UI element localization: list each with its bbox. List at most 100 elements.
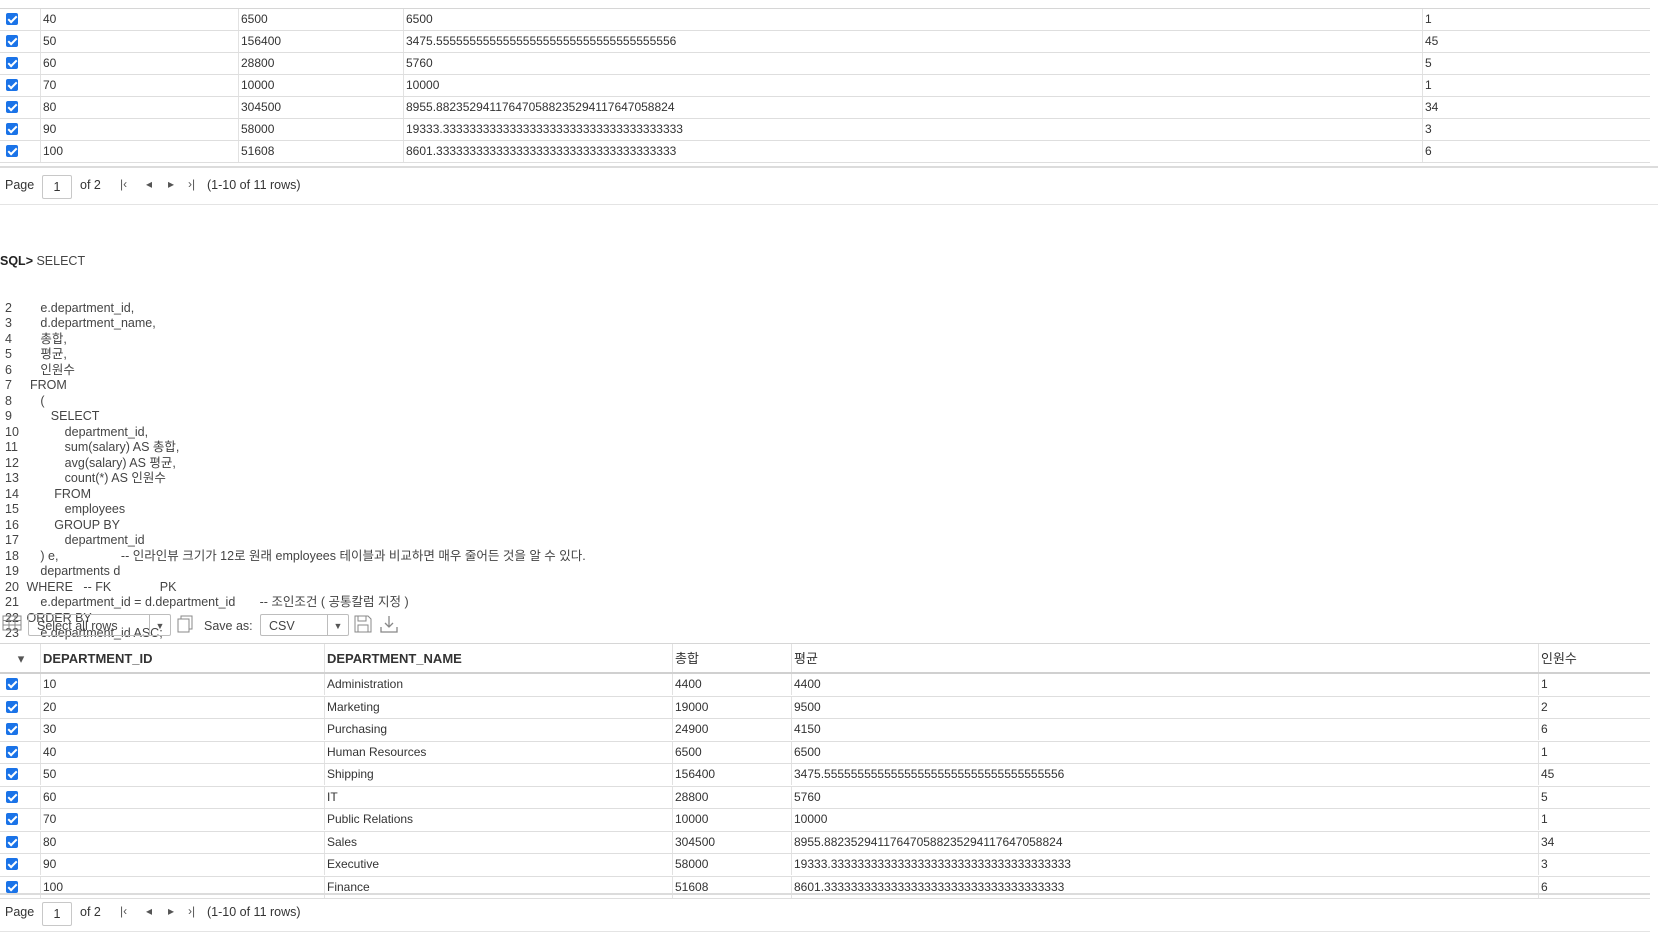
sql-prompt: SQL>: [0, 254, 33, 268]
table-row[interactable]: 80 Sales 304500 8955.8823529411764705882352…: [0, 831, 1650, 854]
column-header-department-name[interactable]: DEPARTMENT_NAME: [324, 644, 672, 672]
cell-avg: 8955.88235294117647058823529411764705882…: [791, 831, 1538, 853]
cell-department-id: 80: [40, 831, 324, 853]
sql-line: 8 (: [0, 394, 586, 410]
table-row[interactable]: 20 Marketing 19000 9500 2: [0, 696, 1650, 719]
cell-department-id: 20: [40, 696, 324, 718]
row-checkbox[interactable]: [6, 123, 18, 135]
row-checkbox[interactable]: [6, 813, 18, 825]
row-checkbox[interactable]: [6, 700, 18, 713]
sql-line-number: 6: [5, 362, 12, 377]
row-checkbox[interactable]: [6, 145, 18, 157]
table-row[interactable]: 70 Public Relations 10000 10000 1: [0, 809, 1650, 832]
cell-sum: 156400: [238, 31, 403, 52]
table-row[interactable]: 90 Executive 58000 19333.333333333333333333…: [0, 854, 1650, 877]
page-number-input[interactable]: 1: [42, 902, 72, 926]
cell-count: 1: [1422, 9, 1650, 30]
table-row[interactable]: 60 IT 28800 5760 5: [0, 786, 1650, 809]
sql-line: 16 GROUP BY: [0, 518, 586, 534]
cell-sum: 24900: [672, 719, 791, 740]
table-row[interactable]: 100 51608 8601.333333333333333333333333333…: [0, 141, 1650, 163]
column-header-count[interactable]: 인원수: [1538, 644, 1650, 672]
row-checkbox[interactable]: [6, 858, 18, 870]
cell-department-id: 30: [40, 719, 324, 740]
sql-line-text: e.department_id = d.department_id -- 조인조…: [23, 595, 409, 609]
cell-avg: 8601.33333333333333333333333333333333333…: [403, 141, 1422, 162]
cell-count: 45: [1538, 764, 1650, 785]
row-checkbox[interactable]: [6, 768, 18, 780]
sql-line-number: 16: [5, 517, 19, 532]
cell-department-name: Marketing: [324, 696, 672, 718]
table-row[interactable]: 50 156400 3475.555555555555555555555555555…: [0, 31, 1650, 53]
sql-line-text: FROM: [23, 486, 92, 501]
table-row[interactable]: 40 Human Resources 6500 6500 1: [0, 741, 1650, 764]
table-row[interactable]: 30 Purchasing 24900 4150 6: [0, 719, 1650, 742]
table-row[interactable]: 10 Administration 4400 4400 1: [0, 674, 1650, 697]
sql-line: 19 departments d: [0, 564, 586, 580]
table-row[interactable]: 50 Shipping 156400 3475.5555555555555555555…: [0, 764, 1650, 787]
table-row[interactable]: 80 304500 8955.882352941176470588235294117…: [0, 97, 1650, 119]
row-checkbox[interactable]: [6, 101, 18, 113]
sql-line-text: department_id,: [23, 424, 149, 439]
last-page-icon[interactable]: ›|: [188, 177, 195, 191]
page-number-input[interactable]: 1: [42, 175, 72, 199]
table-row[interactable]: 40 6500 6500 1: [0, 9, 1650, 31]
save-icon[interactable]: [354, 615, 372, 636]
last-page-icon[interactable]: ›|: [188, 904, 195, 918]
first-page-icon[interactable]: |‹: [120, 177, 127, 191]
cell-department-id: 50: [40, 31, 238, 52]
sql-line: 5 평균,: [0, 347, 586, 363]
cell-sum: 304500: [672, 831, 791, 853]
select-rows-dropdown[interactable]: Select all rows ▼: [28, 614, 171, 636]
sql-line-number: 14: [5, 486, 19, 501]
table-row[interactable]: 90 58000 19333.333333333333333333333333333…: [0, 119, 1650, 141]
row-checkbox[interactable]: [6, 79, 18, 91]
sql-line-text: 인원수: [23, 362, 75, 377]
cell-department-name: Public Relations: [324, 809, 672, 830]
cell-department-id: 60: [40, 786, 324, 808]
sql-line: 20 WHERE -- FK PK: [0, 580, 586, 596]
cell-avg: 8955.88235294117647058823529411764705882…: [403, 97, 1422, 118]
next-page-icon[interactable]: ▸: [168, 177, 174, 191]
sql-line: 17 department_id: [0, 533, 586, 549]
first-page-icon[interactable]: |‹: [120, 904, 127, 918]
cell-sum: 28800: [238, 53, 403, 74]
cell-department-id: 10: [40, 674, 324, 695]
row-checkbox[interactable]: [6, 723, 18, 735]
cell-count: 2: [1538, 696, 1650, 718]
prev-page-icon[interactable]: ◂: [146, 177, 152, 191]
table-row[interactable]: 70 10000 10000 1: [0, 75, 1650, 97]
sql-line-text: WHERE -- FK PK: [23, 579, 177, 594]
column-header-department-id[interactable]: DEPARTMENT_ID: [40, 644, 324, 672]
table-row[interactable]: 60 28800 5760 5: [0, 53, 1650, 75]
row-checkbox[interactable]: [6, 745, 18, 758]
copy-icon[interactable]: [176, 615, 196, 636]
export-format-dropdown[interactable]: CSV ▼: [260, 614, 349, 636]
row-checkbox[interactable]: [6, 790, 18, 803]
row-checkbox[interactable]: [6, 13, 18, 25]
sql-line: 14 FROM: [0, 487, 586, 503]
next-page-icon[interactable]: ▸: [168, 904, 174, 918]
cell-avg: 4400: [791, 674, 1538, 695]
cell-sum: 10000: [238, 75, 403, 96]
row-checkbox[interactable]: [6, 835, 18, 848]
cell-avg: 3475.55555555555555555555555555555555555…: [403, 31, 1422, 52]
download-icon[interactable]: [380, 615, 398, 636]
prev-page-icon[interactable]: ◂: [146, 904, 152, 918]
sql-line-text: 평균,: [23, 347, 67, 361]
sql-line-number: 19: [5, 564, 19, 578]
row-checkbox[interactable]: [6, 678, 18, 690]
cell-department-id: 60: [40, 53, 238, 74]
column-header-sum[interactable]: 총합: [672, 644, 791, 672]
cell-avg: 3475.55555555555555555555555555555555555…: [791, 764, 1538, 785]
row-checkbox[interactable]: [6, 35, 18, 47]
sql-line-number: 21: [5, 595, 19, 609]
row-checkbox[interactable]: [6, 880, 18, 893]
column-header-avg[interactable]: 평균: [791, 644, 1538, 672]
row-checkbox[interactable]: [6, 57, 18, 69]
cell-avg: 6500: [403, 9, 1422, 30]
sql-line: 13 count(*) AS 인원수: [0, 471, 586, 487]
cell-sum: 58000: [672, 854, 791, 875]
sql-line: 3 d.department_name,: [0, 316, 586, 332]
select-column-header[interactable]: ▾: [0, 644, 40, 672]
